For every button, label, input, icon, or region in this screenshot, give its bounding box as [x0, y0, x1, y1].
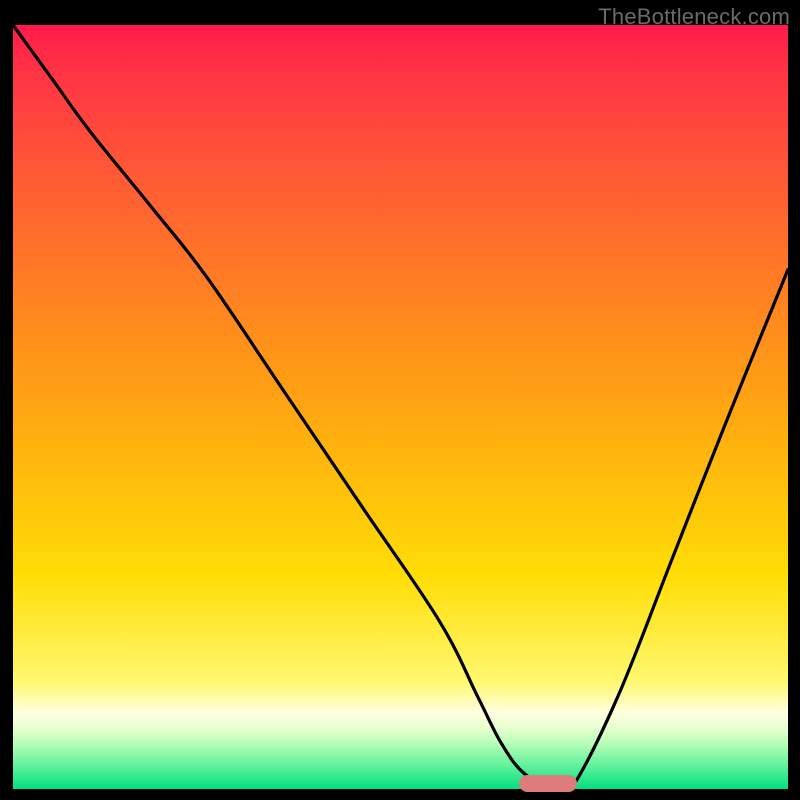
chart-container: TheBottleneck.com [0, 0, 800, 800]
curve-path [13, 25, 788, 789]
bottleneck-curve [13, 25, 788, 789]
plot-area [13, 25, 788, 789]
optimum-marker [519, 775, 578, 792]
